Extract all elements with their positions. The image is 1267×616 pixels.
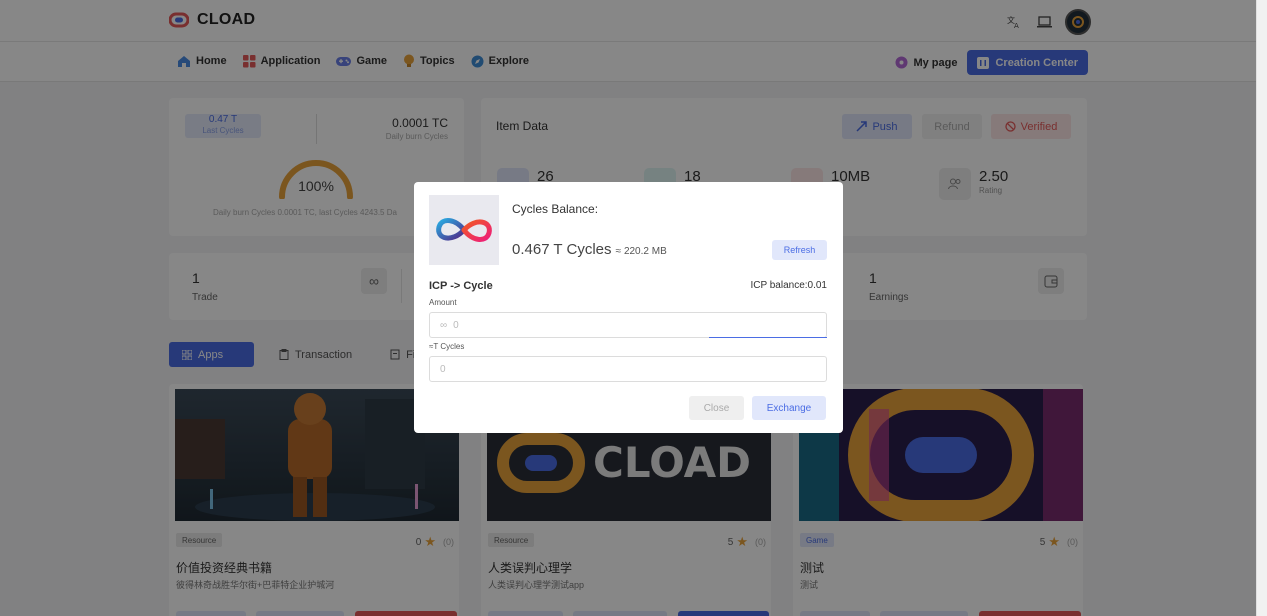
icp-balance: ICP balance:0.01: [750, 280, 827, 291]
input-focus-line: [709, 337, 827, 338]
cycles-balance-amount: 0.467 T Cycles: [512, 241, 612, 258]
cycles-placeholder: 0: [440, 363, 446, 375]
cycles-label: ≈T Cycles: [429, 342, 465, 351]
cycles-balance-mb: ≈ 220.2 MB: [615, 246, 667, 257]
refresh-button[interactable]: Refresh: [772, 240, 827, 260]
cycles-balance-value: 0.467 T Cycles ≈ 220.2 MB: [512, 241, 667, 258]
infinity-icon: ∞: [440, 319, 448, 331]
amount-placeholder: 0: [453, 319, 459, 331]
exchange-button[interactable]: Exchange: [752, 396, 826, 420]
amount-label: Amount: [429, 298, 457, 307]
cycles-exchange-modal: Cycles Balance: 0.467 T Cycles ≈ 220.2 M…: [414, 182, 843, 433]
icp-to-cycle-title: ICP -> Cycle: [429, 280, 493, 292]
icp-infinity-logo: [429, 195, 499, 265]
amount-input[interactable]: ∞ 0: [429, 312, 827, 338]
cycles-balance-title: Cycles Balance:: [512, 202, 599, 216]
cycles-input[interactable]: 0: [429, 356, 827, 382]
close-button[interactable]: Close: [689, 396, 744, 420]
page-scrollbar[interactable]: [1256, 0, 1267, 616]
